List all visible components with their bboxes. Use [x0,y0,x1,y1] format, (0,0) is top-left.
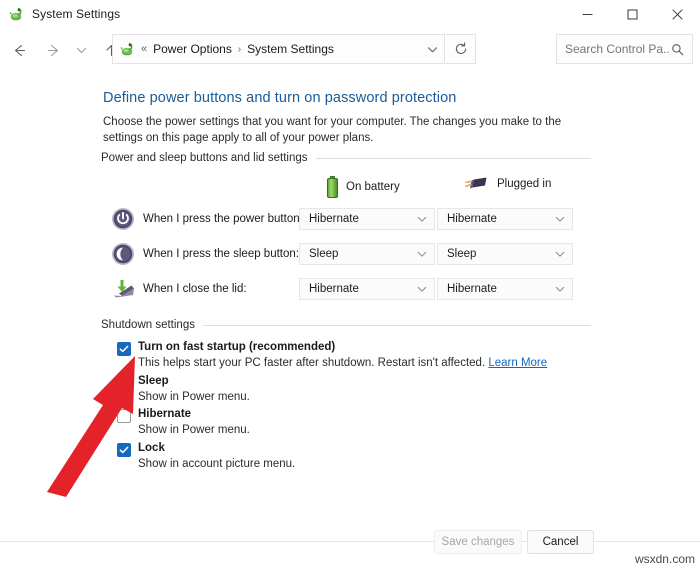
chevron-down-icon [555,244,565,264]
section-rule [202,324,591,326]
column-label: Plugged in [497,178,552,190]
power-button-icon [111,207,135,231]
checkbox-sleep[interactable] [117,376,131,390]
search-icon[interactable] [671,43,684,56]
checkbox-label: Hibernate [138,408,192,420]
close-icon[interactable] [655,0,700,28]
checkbox-row-sleep[interactable]: Sleep [117,375,169,390]
cancel-button[interactable]: Cancel [527,530,594,554]
maximize-icon[interactable] [610,0,655,28]
breadcrumb-separator: › [237,43,242,55]
chevron-down-icon [555,209,565,229]
battery-icon [327,176,338,198]
chevron-down-icon [417,279,427,299]
column-label: On battery [346,181,400,193]
setting-row-close-lid: When I close the lid: Hibernate Hibernat… [111,276,591,302]
window-title: System Settings [32,7,121,21]
section-label: Power and sleep buttons and lid settings [101,152,308,164]
search-box[interactable] [556,34,693,64]
column-header-plugged-in: Plugged in [465,176,551,192]
checkbox-lock[interactable] [117,443,131,457]
breadcrumb-item-power-options[interactable]: Power Options [153,42,232,56]
chevron-down-icon [417,209,427,229]
description-text: This helps start your PC faster after sh… [138,357,486,369]
power-plug-icon [465,176,489,192]
row-label: When I press the sleep button: [143,248,299,260]
breadcrumb-overflow[interactable]: « [141,43,147,55]
title-bar: System Settings [0,0,700,28]
checkbox-description-sleep: Show in Power menu. [138,391,250,403]
back-arrow-icon[interactable] [6,37,32,63]
chevron-down-icon[interactable] [427,35,438,63]
chevron-down-icon [417,244,427,264]
refresh-icon[interactable] [446,34,476,64]
recent-locations-icon[interactable] [72,37,90,63]
row-label: When I close the lid: [143,283,247,295]
dropdown-close-lid-plugged-in[interactable]: Hibernate [437,278,573,300]
section-header-shutdown: Shutdown settings [101,319,591,331]
dropdown-value: Sleep [309,248,339,260]
setting-row-sleep-button: When I press the sleep button: Sleep Sle… [111,241,591,267]
dropdown-power-button-plugged-in[interactable]: Hibernate [437,208,573,230]
address-bar[interactable]: « Power Options › System Settings [112,34,445,64]
save-changes-button[interactable]: Save changes [434,530,522,554]
window-controls [565,0,700,28]
dropdown-power-button-on-battery[interactable]: Hibernate [299,208,435,230]
dropdown-sleep-button-on-battery[interactable]: Sleep [299,243,435,265]
dropdown-value: Sleep [447,248,477,260]
sleep-button-icon [111,242,135,266]
minimize-icon[interactable] [565,0,610,28]
dropdown-sleep-button-plugged-in[interactable]: Sleep [437,243,573,265]
system-settings-window: System Settings « Power Options › System… [0,0,700,568]
row-label: When I press the power button: [143,213,303,225]
checkbox-fast-startup[interactable] [117,342,131,356]
breadcrumb-item-system-settings[interactable]: System Settings [247,42,334,56]
checkbox-hibernate[interactable] [117,409,131,423]
forward-arrow-icon[interactable] [40,37,66,63]
watermark: wsxdn.com [634,552,695,566]
search-input[interactable] [565,42,669,56]
dropdown-value: Hibernate [309,213,359,225]
power-options-icon [120,41,136,57]
dropdown-value: Hibernate [447,213,497,225]
footer-separator [0,541,700,542]
dropdown-close-lid-on-battery[interactable]: Hibernate [299,278,435,300]
page-title: Define power buttons and turn on passwor… [103,90,457,106]
dropdown-value: Hibernate [447,283,497,295]
power-options-icon [9,6,25,22]
checkbox-label: Lock [138,442,165,454]
checkbox-row-lock[interactable]: Lock [117,442,165,457]
setting-row-power-button: When I press the power button: Hibernate… [111,206,591,232]
page-description: Choose the power settings that you want … [103,116,562,144]
checkbox-row-fast-startup[interactable]: Turn on fast startup (recommended) [117,341,335,356]
content-pane: Define power buttons and turn on passwor… [0,72,700,541]
section-label: Shutdown settings [101,319,195,331]
chevron-down-icon [555,279,565,299]
checkbox-description-hibernate: Show in Power menu. [138,424,250,436]
column-header-on-battery: On battery [327,176,400,198]
dropdown-value: Hibernate [309,283,359,295]
checkbox-label: Sleep [138,375,169,387]
section-header-power-lid: Power and sleep buttons and lid settings [101,152,591,164]
checkbox-description-fast-startup: This helps start your PC faster after sh… [138,357,547,369]
checkbox-description-lock: Show in account picture menu. [138,458,296,470]
checkbox-label: Turn on fast startup (recommended) [138,341,336,353]
checkbox-row-hibernate[interactable]: Hibernate [117,408,191,423]
section-rule [315,157,591,159]
laptop-lid-icon [111,277,135,301]
learn-more-link[interactable]: Learn More [488,357,547,369]
